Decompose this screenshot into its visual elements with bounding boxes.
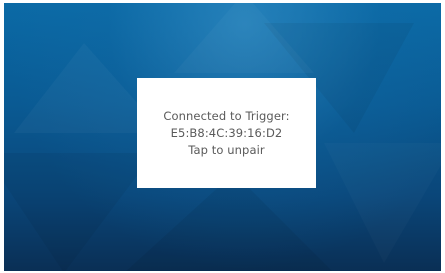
background-facet: [324, 143, 441, 263]
app-screen[interactable]: Connected to Trigger: E5:B8:4C:39:16:D2 …: [4, 3, 441, 271]
device-address-text: E5:B8:4C:39:16:D2: [170, 125, 283, 140]
connection-status-text: Connected to Trigger:: [163, 108, 290, 123]
background-facet: [4, 153, 154, 271]
unpair-dialog[interactable]: Connected to Trigger: E5:B8:4C:39:16:D2 …: [137, 78, 316, 188]
background-facet: [174, 3, 314, 73]
unpair-hint-text: Tap to unpair: [188, 142, 265, 157]
